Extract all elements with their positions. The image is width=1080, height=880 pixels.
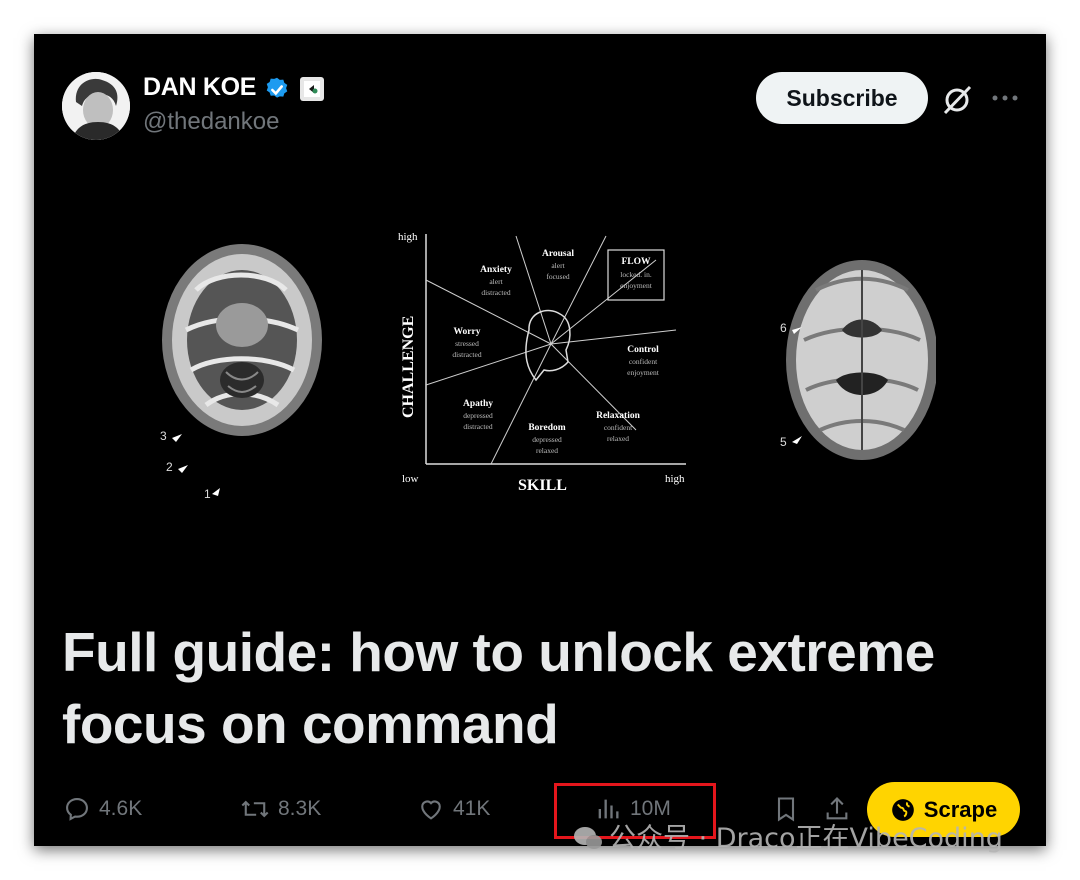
region-flow-line2: enjoyment	[620, 281, 653, 290]
diagram-y-axis-label: CHALLENGE	[400, 316, 417, 418]
post-card: DAN KOE @thedankoe Subscribe 3 2 1 high …	[34, 34, 1046, 846]
left-scan-marker-1: 1	[204, 487, 211, 501]
region-flow-title: FLOW	[621, 257, 651, 267]
region-boredom-line2: relaxed	[536, 446, 558, 455]
more-options-icon[interactable]	[990, 84, 1020, 112]
author-handle[interactable]: @thedankoe	[143, 108, 279, 136]
reply-count: 4.6K	[99, 797, 143, 820]
repost-button[interactable]: 8.3K	[240, 794, 321, 824]
region-arousal-line1: alert	[551, 261, 565, 270]
reply-icon	[66, 798, 88, 821]
like-button[interactable]: 41K	[417, 794, 490, 824]
region-relaxation-title: Relaxation	[596, 411, 641, 421]
region-relaxation-line2: relaxed	[607, 434, 629, 443]
watermark-text: 公众号 · Draco正在VibeCoding	[573, 816, 1003, 855]
diagram-x-axis-label: SKILL	[518, 477, 567, 494]
diagram-y-high-label: high	[398, 231, 418, 243]
author-name[interactable]: DAN KOE	[143, 73, 256, 102]
region-apathy-line1: depressed	[463, 411, 493, 420]
region-boredom-line1: depressed	[532, 435, 562, 444]
subscribe-button[interactable]: Subscribe	[756, 72, 928, 124]
heart-icon	[421, 800, 441, 820]
region-anxiety-line2: distracted	[481, 288, 510, 297]
post-media-image[interactable]: 3 2 1 high low high SKILL CHALLENGE Arou…	[156, 220, 936, 510]
region-arousal-title: Arousal	[542, 249, 574, 259]
left-scan-marker-3: 3	[160, 429, 167, 443]
region-flow-line1: locked. in.	[620, 270, 652, 279]
right-scan-marker-5: 5	[780, 435, 787, 449]
region-control-line1: confident	[629, 357, 658, 366]
flow-diagram: high low high SKILL CHALLENGE Arousal An…	[391, 220, 701, 510]
repost-icon	[241, 800, 269, 818]
diagram-x-high-label: high	[665, 473, 685, 485]
region-worry-title: Worry	[454, 327, 481, 337]
grok-icon[interactable]	[940, 83, 974, 117]
region-relaxation-line1: confident	[604, 423, 633, 432]
reply-button[interactable]: 4.6K	[63, 794, 142, 824]
wechat-icon	[574, 827, 602, 849]
region-apathy-line2: distracted	[463, 422, 492, 431]
region-boredom-title: Boredom	[528, 423, 565, 433]
like-count: 41K	[453, 797, 491, 820]
post-title[interactable]: Full guide: how to unlock extreme focus …	[62, 616, 1037, 760]
left-brain-scan-image	[162, 244, 322, 436]
right-brain-scan-image	[786, 260, 936, 460]
region-anxiety-title: Anxiety	[480, 265, 512, 275]
region-control-line2: enjoyment	[627, 368, 660, 377]
repost-count: 8.3K	[278, 797, 322, 820]
watermark-label: 公众号 · Draco正在VibeCoding	[609, 823, 1003, 854]
region-anxiety-line1: alert	[489, 277, 503, 286]
right-scan-marker-6: 6	[780, 321, 787, 335]
verified-icon	[266, 77, 288, 98]
left-scan-marker-2: 2	[166, 460, 173, 474]
author-avatar[interactable]	[62, 72, 130, 140]
region-worry-line2: distracted	[452, 350, 481, 359]
affiliate-badge-icon	[300, 77, 324, 101]
region-arousal-line2: focused	[546, 272, 570, 281]
region-control-title: Control	[627, 345, 659, 355]
region-apathy-title: Apathy	[463, 399, 493, 409]
diagram-x-low-label: low	[402, 473, 419, 485]
region-worry-line1: stressed	[455, 339, 479, 348]
